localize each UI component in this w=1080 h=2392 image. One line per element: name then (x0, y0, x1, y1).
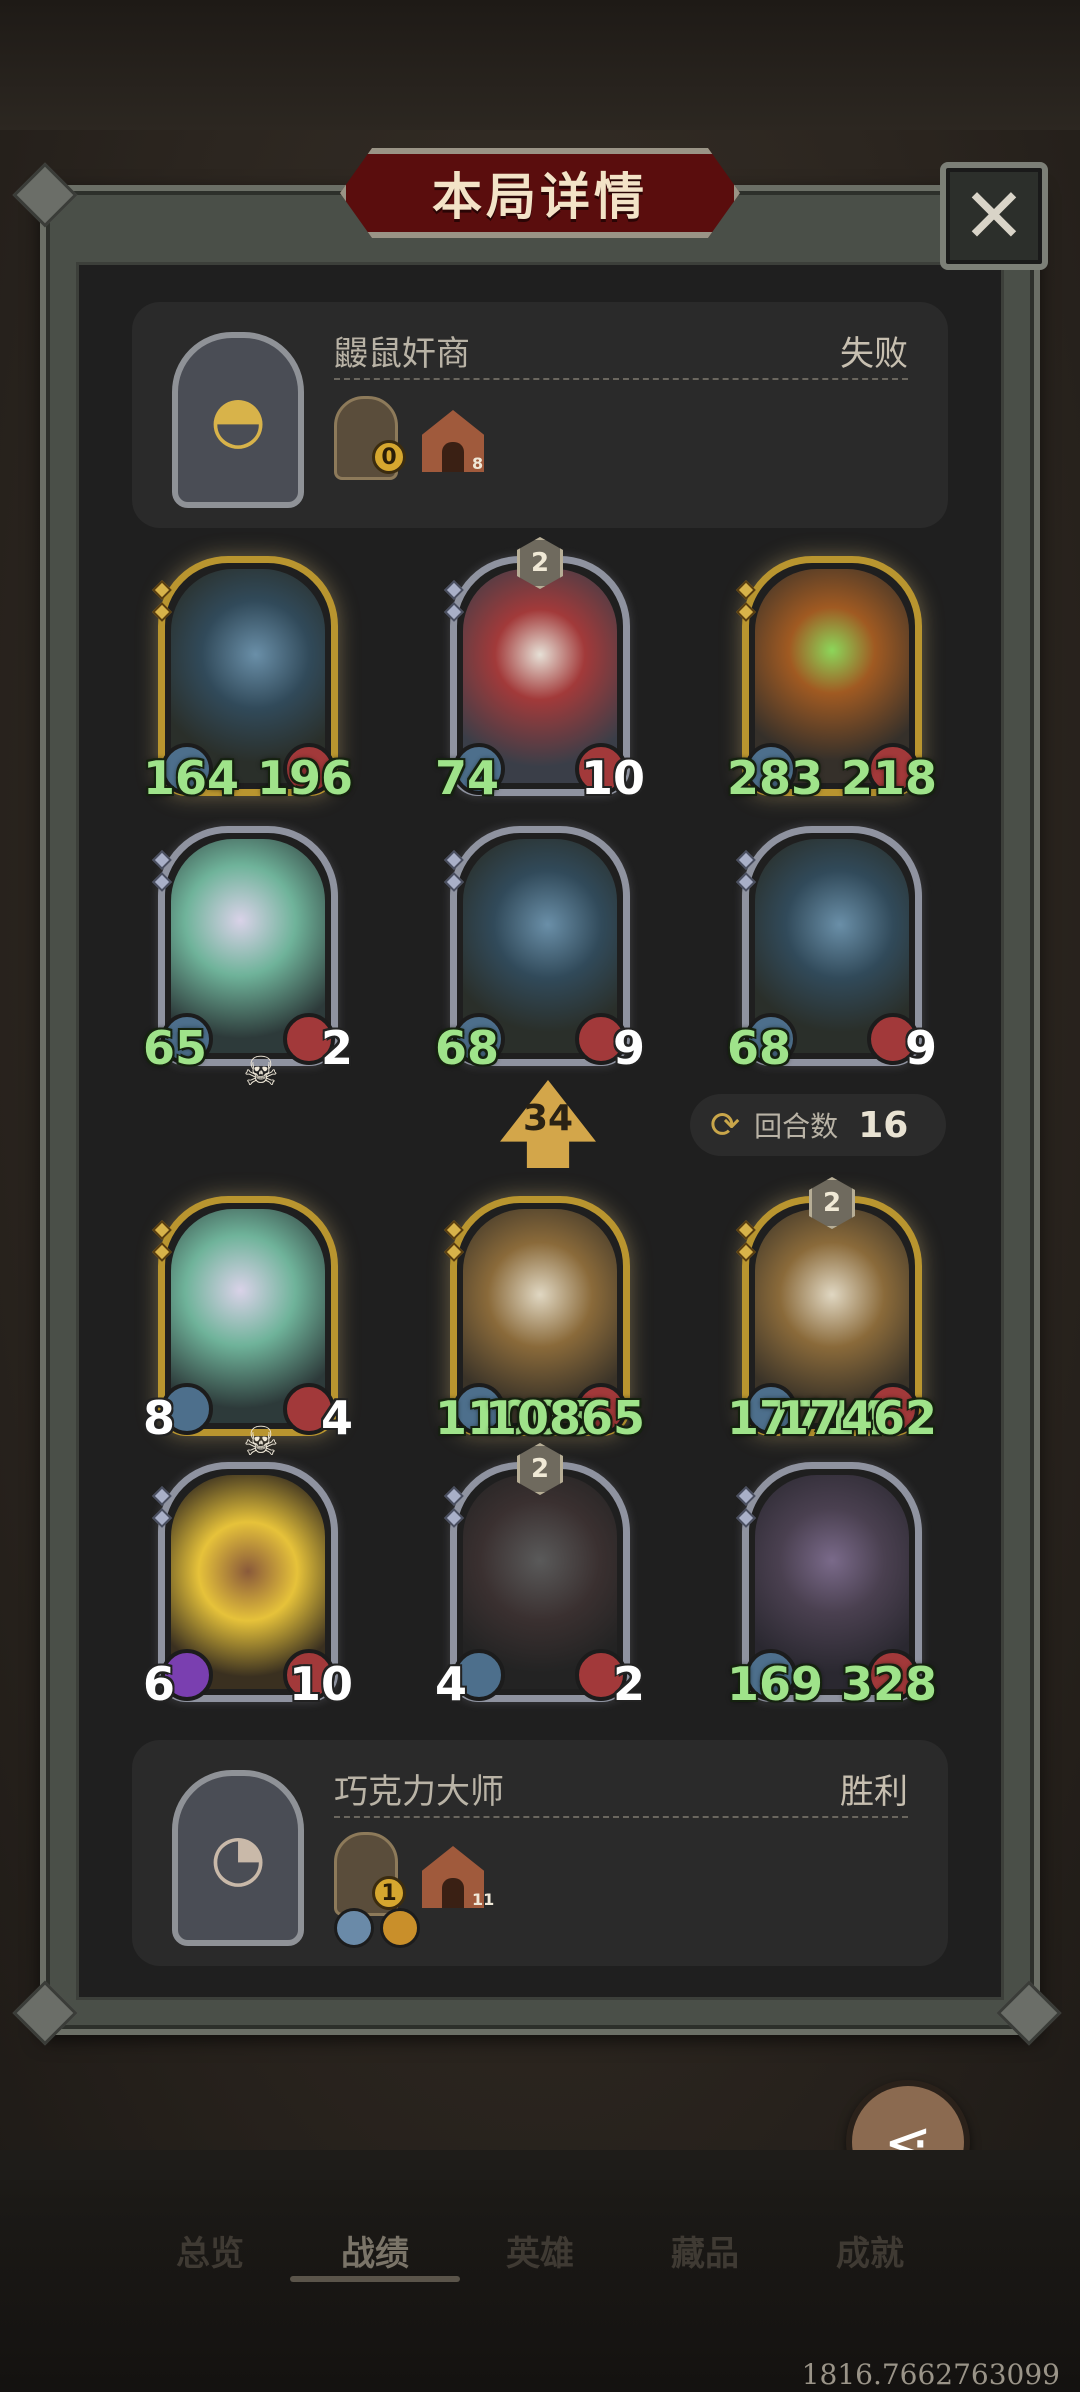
player-card[interactable]: 242 (435, 1443, 645, 1711)
nav-heroes[interactable]: 英雄 (470, 2226, 610, 2275)
house-door (442, 442, 464, 472)
house-door (442, 1878, 464, 1908)
divider (334, 1816, 908, 1818)
card-health: 2 (612, 1657, 645, 1711)
refresh-icon: ⟳ (710, 1104, 741, 1146)
card-health: 4 (320, 1391, 353, 1445)
opponent-info: ◓ 鼹鼠奸商 失败 0 8 (132, 302, 948, 528)
player-info: ◔ 巧克力大师 胜利 1 11 (132, 1740, 948, 1966)
opponent-name: 鼹鼠奸商 (334, 334, 470, 374)
player-card[interactable]: 169 328 (727, 1462, 937, 1711)
player-card[interactable]: 6 10 (143, 1462, 353, 1711)
build-number: 1816.7662763099 (801, 2358, 1060, 2391)
opponent-card[interactable]: 164 196 (143, 556, 353, 805)
card-attack: 4 (435, 1657, 468, 1711)
player-house-level: 11 (472, 1890, 495, 1909)
player-card[interactable]: 11005 10865 (435, 1196, 645, 1445)
card-health: 10 (288, 1657, 353, 1711)
player-card[interactable]: 8 4 ☠ (143, 1196, 353, 1465)
title-banner: 本局详情 (340, 148, 740, 238)
opponent-card[interactable]: 283 218 (727, 556, 937, 805)
opponent-house-level: 8 (472, 454, 484, 473)
card-attack: 283 (727, 751, 824, 805)
player-avatar[interactable]: ◔ (172, 1770, 304, 1946)
card-attack: 164 (143, 751, 240, 805)
card-health: 17462 (776, 1391, 937, 1445)
card-attack: 169 (727, 1657, 824, 1711)
card-attack: 65 (143, 1021, 208, 1075)
card-attack: 74 (435, 751, 500, 805)
sword-skill-icon[interactable] (334, 1908, 374, 1948)
nav-records[interactable]: 战绩 (305, 2226, 445, 2275)
player-name: 巧克力大师 (334, 1772, 504, 1812)
card-health: 9 (612, 1021, 645, 1075)
opponent-card[interactable]: 65 2 ☠ (143, 826, 353, 1095)
player-card[interactable]: 2 17714 17462 (727, 1177, 937, 1445)
card-health: 10865 (484, 1391, 645, 1445)
top-shadow (0, 0, 1080, 130)
nav-collection[interactable]: 藏品 (635, 2226, 775, 2275)
page-title: 本局详情 (432, 168, 648, 226)
card-attack: 68 (435, 1021, 500, 1075)
card-health: 9 (904, 1021, 937, 1075)
card-attack: 6 (143, 1657, 176, 1711)
card-attack: 68 (727, 1021, 792, 1075)
rounds-label: 回合数 (754, 1110, 839, 1143)
card-health: 10 (580, 751, 645, 805)
card-health: 218 (840, 751, 937, 805)
close-button[interactable]: ✕ (940, 162, 1048, 270)
opponent-card[interactable]: 68 9 (435, 826, 645, 1075)
skull-icon: ☠ (243, 1049, 279, 1095)
opponent-avatar[interactable]: ◓ (172, 332, 304, 508)
nav-bar-edge (0, 2150, 1080, 2180)
card-health: 2 (320, 1021, 353, 1075)
player-item-count: 1 (372, 1876, 406, 1910)
arrow-value: 34 (522, 1098, 574, 1139)
card-health: 196 (256, 751, 353, 805)
nav-overview[interactable]: 总览 (140, 2226, 280, 2275)
opponent-item-count: 0 (372, 440, 406, 474)
nav-achievements[interactable]: 成就 (800, 2226, 940, 2275)
player-result: 胜利 (840, 1772, 908, 1812)
divider (334, 378, 908, 380)
opponent-card[interactable]: 2 74 10 (435, 537, 645, 805)
rounds-counter: ⟳ 回合数 16 (690, 1094, 946, 1156)
rounds-value: 16 (858, 1104, 909, 1146)
card-health: 328 (840, 1657, 937, 1711)
card-attack: 8 (143, 1391, 176, 1445)
opponent-result: 失败 (840, 334, 908, 374)
close-icon: ✕ (962, 171, 1026, 260)
horse-skill-icon[interactable] (380, 1908, 420, 1948)
nav-active-underline (290, 2276, 460, 2282)
opponent-card[interactable]: 68 9 (727, 826, 937, 1075)
skull-icon: ☠ (243, 1419, 279, 1465)
